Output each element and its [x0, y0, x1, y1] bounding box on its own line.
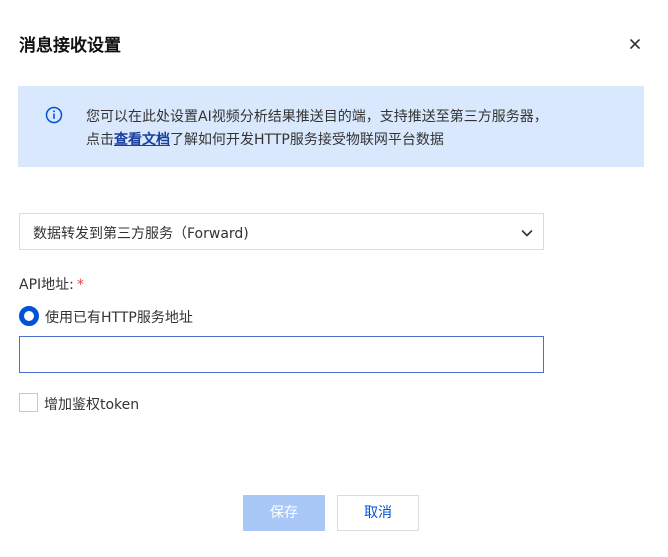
api-address-input[interactable] — [19, 336, 544, 373]
notice-text-prefix: 点击 — [86, 132, 114, 148]
notice-text-suffix: 了解如何开发HTTP服务接受物联网平台数据 — [170, 132, 444, 148]
view-docs-link[interactable]: 查看文档 — [114, 132, 170, 148]
api-address-label: API地址: * — [19, 274, 84, 294]
chevron-down-icon — [520, 225, 534, 239]
notice-text-line1: 您可以在此处设置AI视频分析结果推送目的端，支持推送至第三方服务器， — [86, 109, 548, 125]
notice-text-line2: 点击查看文档了解如何开发HTTP服务接受物联网平台数据 — [86, 129, 444, 149]
forward-type-select[interactable]: 数据转发到第三方服务（Forward) — [19, 213, 544, 250]
info-notice: 您可以在此处设置AI视频分析结果推送目的端，支持推送至第三方服务器， 点击查看文… — [18, 86, 644, 167]
api-address-label-text: API地址: — [19, 277, 74, 293]
auth-token-checkbox-label: 增加鉴权token — [44, 397, 140, 413]
info-icon — [45, 106, 63, 124]
http-service-radio[interactable] — [19, 306, 39, 326]
required-mark: * — [76, 277, 84, 293]
cancel-button[interactable]: 取消 — [337, 495, 419, 531]
save-button[interactable]: 保存 — [243, 495, 325, 531]
http-service-radio-label: 使用已有HTTP服务地址 — [45, 310, 193, 326]
forward-type-value: 数据转发到第三方服务（Forward) — [33, 226, 249, 242]
close-icon[interactable] — [626, 35, 644, 53]
auth-token-checkbox[interactable] — [19, 393, 38, 412]
dialog-title: 消息接收设置 — [19, 36, 121, 56]
